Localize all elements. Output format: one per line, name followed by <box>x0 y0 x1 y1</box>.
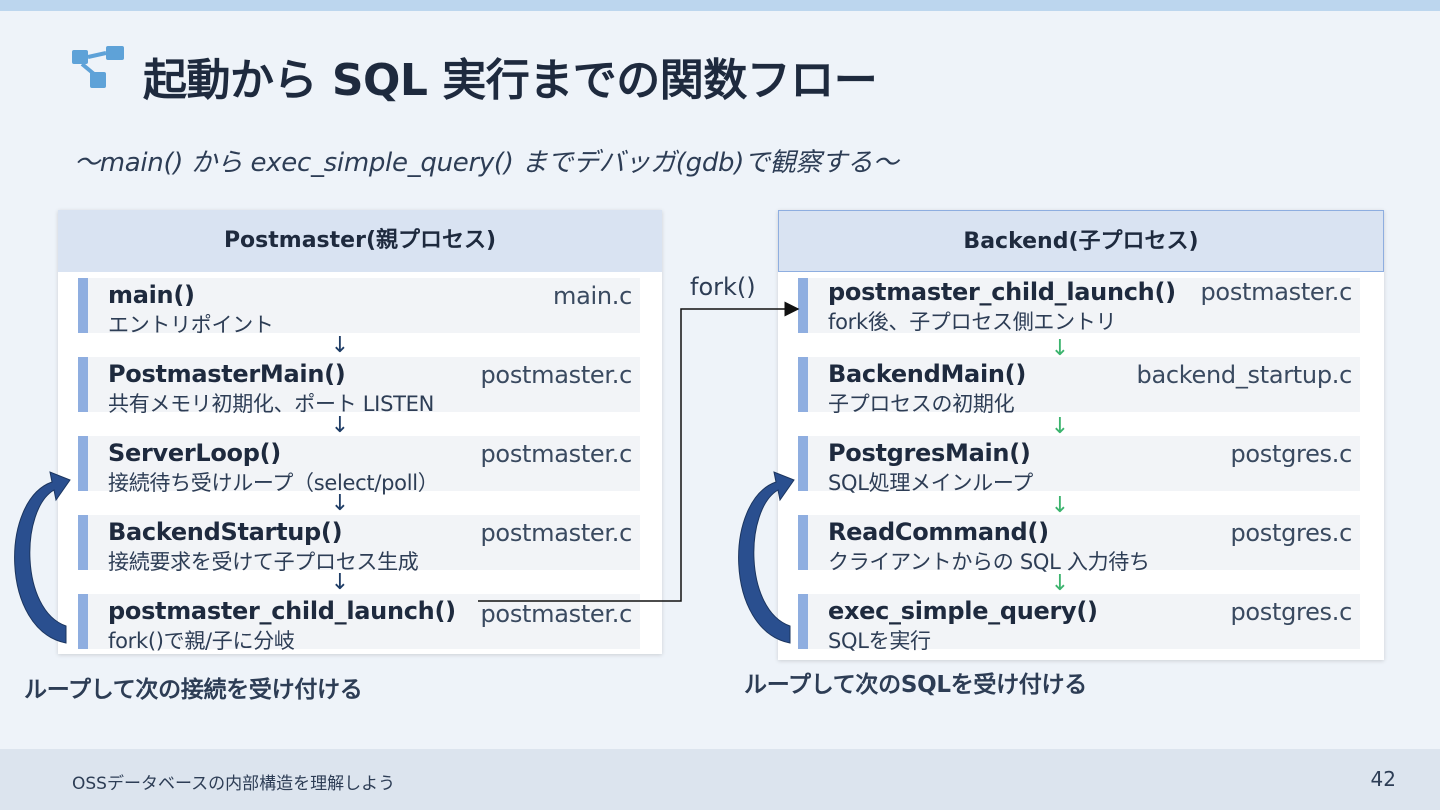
footer-text: OSSデータベースの内部構造を理解しよう <box>72 774 396 794</box>
step-accent-bar <box>78 278 88 333</box>
page-subtitle: 〜main() から exec_simple_query() までデバッガ(gd… <box>74 148 899 178</box>
function-description: fork後、子プロセス側エントリ <box>828 310 1117 334</box>
function-name: exec_simple_query() <box>828 597 1098 625</box>
function-name: ReadCommand() <box>828 518 1049 546</box>
function-description: エントリポイント <box>108 313 274 337</box>
function-description: 子プロセスの初期化 <box>828 392 1015 416</box>
function-name: PostgresMain() <box>828 439 1031 467</box>
step-accent-bar <box>78 515 88 570</box>
step-accent-bar <box>798 357 808 412</box>
function-name: main() <box>108 281 195 309</box>
right-step-backendmain: BackendMain() 子プロセスの初期化 backend_startup.… <box>798 357 1360 416</box>
function-name: ServerLoop() <box>108 439 281 467</box>
source-file: postmaster.c <box>1200 278 1353 306</box>
page-number: 42 <box>1370 767 1396 791</box>
backend-panel: Backend(子プロセス) postmaster_child_launch()… <box>778 210 1384 660</box>
source-file: postgres.c <box>1230 598 1352 626</box>
step-accent-bar <box>798 594 808 649</box>
left-loop-caption: ループして次の接続を受け付ける <box>24 677 363 703</box>
step-accent-bar <box>78 594 88 649</box>
function-description: 接続待ち受けループ（select/poll） <box>108 471 439 495</box>
right-step-readcommand: ReadCommand() クライアントからの SQL 入力待ち postgre… <box>798 515 1360 574</box>
function-description: SQLを実行 <box>828 629 931 653</box>
right-step-postgresmain: PostgresMain() SQL処理メインループ postgres.c <box>798 436 1360 495</box>
backend-panel-title: Backend(子プロセス) <box>778 210 1384 272</box>
step-accent-bar <box>798 278 808 333</box>
footer: OSSデータベースの内部構造を理解しよう 42 <box>0 749 1440 810</box>
source-file: postmaster.c <box>480 361 633 389</box>
left-step-serverloop: ServerLoop() 接続待ち受けループ（select/poll） post… <box>78 436 640 495</box>
source-file: postgres.c <box>1230 519 1352 547</box>
left-step-child-launch: postmaster_child_launch() fork()で親/子に分岐 … <box>78 594 640 653</box>
left-step-backendstartup: BackendStartup() 接続要求を受けて子プロセス生成 postmas… <box>78 515 640 574</box>
left-step-postmastermain: PostmasterMain() 共有メモリ初期化、ポート LISTEN pos… <box>78 357 640 416</box>
down-arrow-icon: ↓ <box>330 570 350 595</box>
function-description: 接続要求を受けて子プロセス生成 <box>108 550 419 574</box>
right-loop-caption: ループして次のSQLを受け付ける <box>744 672 1087 698</box>
source-file: postmaster.c <box>480 600 633 628</box>
function-name: BackendStartup() <box>108 518 343 546</box>
fork-label: fork() <box>690 273 756 301</box>
step-accent-bar <box>78 436 88 491</box>
down-arrow-icon: ↓ <box>330 413 350 438</box>
postmaster-panel: Postmaster(親プロセス) main() エントリポイント main.c… <box>58 210 662 654</box>
right-step-child-launch: postmaster_child_launch() fork後、子プロセス側エン… <box>798 278 1360 334</box>
flow-diagram-icon <box>72 46 124 88</box>
source-file: postmaster.c <box>480 519 633 547</box>
down-arrow-icon: ↓ <box>330 333 350 358</box>
top-accent-bar <box>0 0 1440 11</box>
page-title: 起動から SQL 実行までの関数フロー <box>143 55 878 106</box>
function-name: postmaster_child_launch() <box>108 597 456 625</box>
down-arrow-icon: ↓ <box>1050 414 1070 439</box>
function-name: postmaster_child_launch() <box>828 278 1176 306</box>
function-description: fork()で親/子に分岐 <box>108 629 295 653</box>
source-file: postmaster.c <box>480 440 633 468</box>
postmaster-panel-title: Postmaster(親プロセス) <box>58 210 662 272</box>
function-description: SQL処理メインループ <box>828 471 1033 495</box>
source-file: backend_startup.c <box>1136 361 1353 389</box>
left-step-main: main() エントリポイント main.c <box>78 278 640 337</box>
right-step-exec-simple-query: exec_simple_query() SQLを実行 postgres.c <box>798 594 1360 653</box>
step-accent-bar <box>798 436 808 491</box>
function-name: BackendMain() <box>828 360 1027 388</box>
source-file: postgres.c <box>1230 440 1352 468</box>
down-arrow-icon: ↓ <box>1050 493 1070 518</box>
step-accent-bar <box>78 357 88 412</box>
down-arrow-icon: ↓ <box>1050 571 1070 596</box>
function-description: 共有メモリ初期化、ポート LISTEN <box>108 392 435 416</box>
down-arrow-icon: ↓ <box>330 491 350 516</box>
function-description: クライアントからの SQL 入力待ち <box>828 550 1150 574</box>
function-name: PostmasterMain() <box>108 360 346 388</box>
source-file: main.c <box>553 282 632 310</box>
step-accent-bar <box>798 515 808 570</box>
